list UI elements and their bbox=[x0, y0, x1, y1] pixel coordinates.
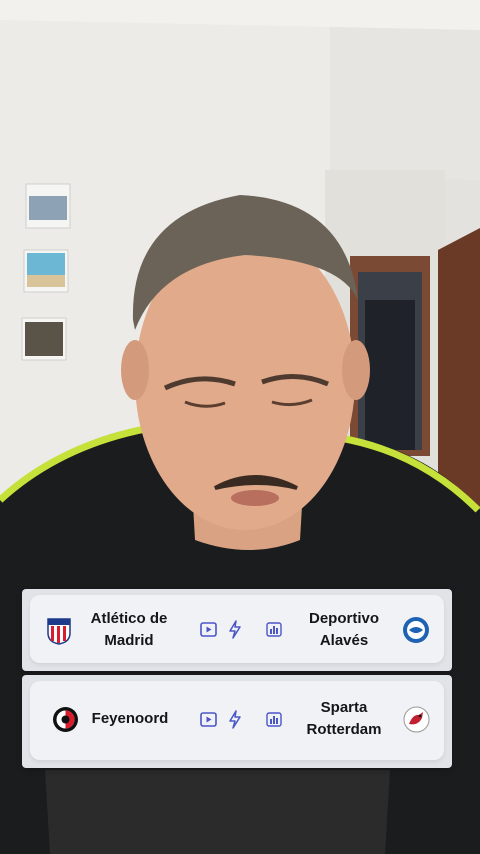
wall-photo bbox=[23, 249, 69, 293]
away-team-name: Deportivo Alavés bbox=[292, 608, 396, 652]
play-icon[interactable] bbox=[200, 622, 217, 637]
wall-photo bbox=[25, 183, 71, 229]
home-team-name: Atlético de Madrid bbox=[78, 608, 180, 652]
feyenoord-crest-icon bbox=[53, 707, 78, 732]
sparta-rotterdam-crest-icon bbox=[403, 706, 430, 733]
home-team-name: Feyenoord bbox=[84, 708, 176, 730]
lightning-icon[interactable] bbox=[228, 620, 242, 639]
away-team-name-line2: Rotterdam bbox=[306, 721, 382, 738]
away-team-name: Sparta Rotterdam bbox=[292, 697, 396, 741]
lightning-icon[interactable] bbox=[228, 710, 242, 729]
wall-photo bbox=[21, 317, 67, 361]
stats-icon[interactable] bbox=[266, 712, 282, 727]
play-icon[interactable] bbox=[200, 712, 217, 727]
home-team-name-line1: Atlético de bbox=[90, 610, 168, 627]
home-team-name-line1: Feyenoord bbox=[91, 710, 169, 727]
home-team-name-line2: Madrid bbox=[104, 632, 154, 649]
match-card[interactable]: Feyenoord Sparta Rotterdam bbox=[22, 675, 452, 768]
stats-icon[interactable] bbox=[266, 622, 282, 637]
away-team-name-line1: Sparta bbox=[320, 699, 368, 716]
away-team-name-line2: Alavés bbox=[319, 632, 369, 649]
atletico-madrid-crest-icon bbox=[47, 618, 71, 645]
deportivo-alaves-crest-icon bbox=[403, 617, 429, 643]
away-team-name-line1: Deportivo bbox=[308, 610, 379, 627]
match-card[interactable]: Atlético de Madrid Deportivo Alavés bbox=[22, 589, 452, 671]
